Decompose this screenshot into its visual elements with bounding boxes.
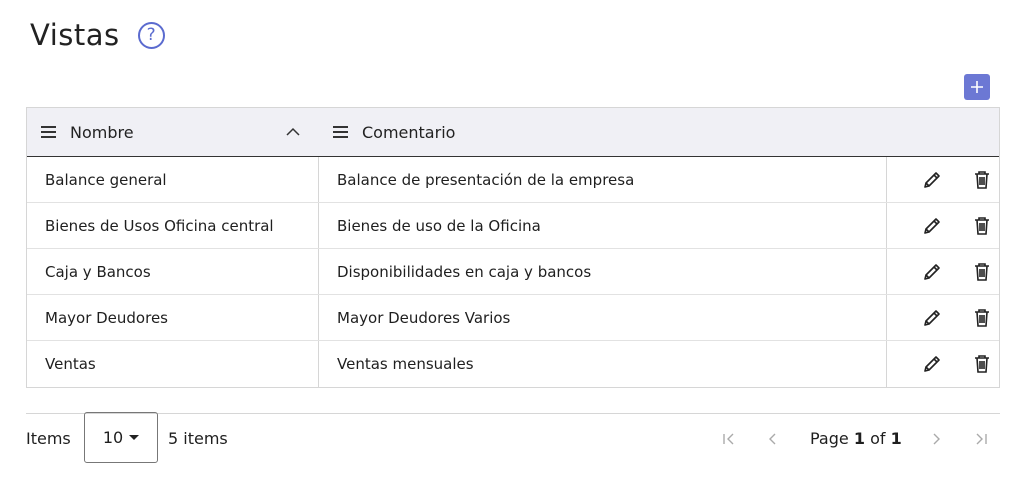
cell-nombre: Balance general bbox=[27, 157, 319, 202]
total-pages: 1 bbox=[890, 429, 902, 448]
page-size-select[interactable]: 10 bbox=[84, 412, 158, 463]
last-page-button[interactable] bbox=[970, 428, 992, 450]
trash-icon[interactable] bbox=[973, 308, 991, 328]
column-header-comentario[interactable]: Comentario bbox=[333, 108, 455, 156]
trash-icon[interactable] bbox=[973, 216, 991, 236]
first-page-button[interactable] bbox=[718, 428, 740, 450]
table-row[interactable]: Mayor Deudores Mayor Deudores Varios bbox=[27, 295, 999, 341]
chevron-right-icon bbox=[933, 433, 940, 445]
table-row[interactable]: Ventas Ventas mensuales bbox=[27, 341, 999, 387]
pencil-icon[interactable] bbox=[922, 216, 942, 236]
pager: Items 10 5 items Page 1 of 1 bbox=[26, 412, 1000, 465]
cell-nombre: Bienes de Usos Oficina central bbox=[27, 203, 319, 248]
trash-icon[interactable] bbox=[973, 354, 991, 374]
page-prefix: Page bbox=[810, 429, 849, 448]
previous-page-button[interactable] bbox=[762, 428, 784, 450]
table-row[interactable]: Bienes de Usos Oficina central Bienes de… bbox=[27, 203, 999, 249]
current-page: 1 bbox=[853, 429, 865, 448]
grid-header: Nombre Comentario bbox=[27, 108, 999, 157]
page-size-value: 10 bbox=[102, 428, 124, 447]
row-actions bbox=[887, 295, 999, 340]
items-label: Items bbox=[26, 429, 71, 448]
cell-comentario: Ventas mensuales bbox=[319, 341, 887, 387]
cell-comentario: Disponibilidades en caja y bancos bbox=[319, 249, 887, 294]
row-actions bbox=[887, 203, 999, 248]
items-count: 5 items bbox=[168, 429, 228, 448]
trash-icon[interactable] bbox=[973, 170, 991, 190]
pencil-icon[interactable] bbox=[922, 308, 942, 328]
column-header-nombre[interactable]: Nombre bbox=[41, 108, 134, 156]
add-view-button[interactable] bbox=[964, 74, 990, 100]
cell-comentario: Bienes de uso de la Oficina bbox=[319, 203, 887, 248]
pencil-icon[interactable] bbox=[922, 354, 942, 374]
trash-icon[interactable] bbox=[973, 262, 991, 282]
cell-nombre: Mayor Deudores bbox=[27, 295, 319, 340]
chevron-left-icon bbox=[769, 433, 776, 445]
page-title: Vistas bbox=[30, 18, 120, 52]
cell-nombre: Ventas bbox=[27, 341, 319, 387]
column-menu-icon[interactable] bbox=[333, 123, 348, 141]
grid-body: Balance general Balance de presentación … bbox=[27, 157, 999, 387]
of-label: of bbox=[870, 429, 886, 448]
row-actions bbox=[887, 341, 999, 387]
next-page-button[interactable] bbox=[925, 428, 947, 450]
cell-comentario: Balance de presentación de la empresa bbox=[319, 157, 887, 202]
caret-down-icon bbox=[129, 435, 140, 440]
cell-nombre: Caja y Bancos bbox=[27, 249, 319, 294]
table-row[interactable]: Caja y Bancos Disponibilidades en caja y… bbox=[27, 249, 999, 295]
page-header: Vistas ? bbox=[30, 18, 165, 52]
cell-comentario: Mayor Deudores Varios bbox=[319, 295, 887, 340]
pencil-icon[interactable] bbox=[922, 170, 942, 190]
page-info: Page 1 of 1 bbox=[810, 429, 902, 448]
row-actions bbox=[887, 249, 999, 294]
sort-ascending-icon[interactable] bbox=[286, 125, 300, 139]
views-grid: Nombre Comentario Balance general Balanc… bbox=[26, 107, 1000, 388]
column-header-label: Comentario bbox=[362, 122, 456, 142]
last-page-icon bbox=[976, 433, 987, 445]
plus-icon bbox=[971, 81, 983, 93]
table-row[interactable]: Balance general Balance de presentación … bbox=[27, 157, 999, 203]
column-menu-icon[interactable] bbox=[41, 123, 56, 141]
column-header-label: Nombre bbox=[70, 122, 134, 142]
help-icon[interactable]: ? bbox=[137, 21, 165, 49]
pencil-icon[interactable] bbox=[922, 262, 942, 282]
row-actions bbox=[887, 157, 999, 202]
first-page-icon bbox=[723, 433, 734, 445]
